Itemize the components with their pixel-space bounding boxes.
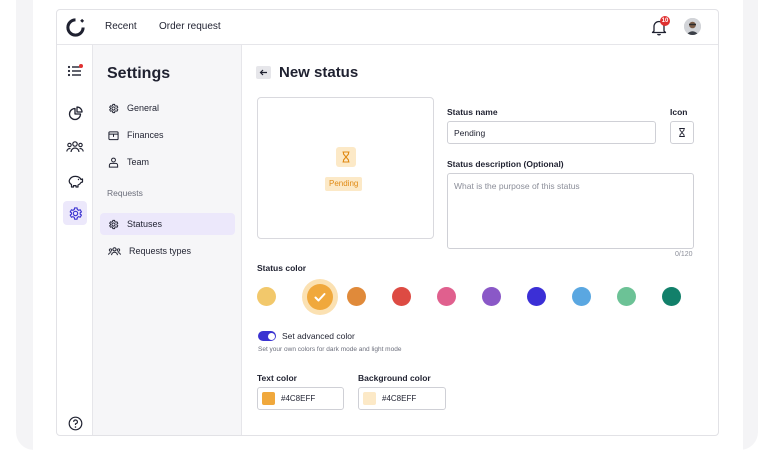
sidebar-item-label: Statuses (127, 219, 163, 229)
team-icon (108, 157, 119, 168)
gear-icon (109, 103, 119, 113)
bg-color-label: Background color (358, 373, 431, 383)
avatar[interactable] (684, 18, 701, 35)
pie-chart-icon (68, 105, 83, 120)
sidebar-item-finances[interactable]: Finances (100, 124, 235, 146)
wallet-icon (108, 130, 119, 140)
text-color-field[interactable]: #4C8EFF (257, 387, 344, 410)
advanced-color-hint: Set your own colors for dark mode and li… (258, 346, 402, 353)
icon-rail (57, 45, 93, 435)
list-icon (67, 64, 83, 77)
status-preview-card: Pending (257, 97, 434, 239)
arrow-left-icon (259, 69, 267, 76)
rail-team-button[interactable] (63, 135, 87, 159)
color-swatch[interactable] (392, 287, 411, 306)
settings-sidebar: Settings General Finances Team Requests (93, 45, 242, 435)
description-label: Status description (Optional) (447, 159, 564, 169)
page-title: New status (279, 64, 359, 81)
gear-icon (109, 219, 119, 229)
check-icon (314, 292, 325, 301)
nav-recent[interactable]: Recent (105, 21, 137, 32)
icon-picker-button[interactable] (670, 121, 694, 144)
hourglass-icon (679, 128, 685, 137)
sidebar-item-label: General (127, 103, 160, 113)
rail-savings-button[interactable] (63, 168, 87, 192)
sidebar-item-team[interactable]: Team (100, 151, 235, 173)
app-window: Recent Order request 10 Settings General… (56, 9, 719, 436)
rail-settings-button[interactable] (63, 201, 87, 225)
status-name-label: Status name (447, 107, 498, 117)
settings-title: Settings (107, 65, 171, 82)
sidebar-item-requests-types[interactable]: Requests types (100, 240, 235, 262)
sidebar-item-general[interactable]: General (100, 97, 235, 119)
notification-badge: 10 (660, 16, 670, 26)
requests-section-label: Requests (107, 188, 143, 198)
preview-status-pill: Pending (325, 177, 363, 191)
status-name-input[interactable]: Pending (447, 121, 656, 144)
rail-help-button[interactable] (63, 411, 87, 435)
color-swatch[interactable] (617, 287, 636, 306)
color-swatch[interactable] (527, 287, 546, 306)
nav-order-request[interactable]: Order request (159, 21, 221, 32)
color-swatch[interactable] (662, 287, 681, 306)
rail-reports-button[interactable] (63, 101, 87, 125)
rail-list-button[interactable] (63, 59, 87, 83)
back-button[interactable] (256, 66, 271, 79)
sidebar-item-label: Team (127, 157, 150, 167)
people-icon (66, 141, 84, 153)
bg-color-field[interactable]: #4C8EFF (358, 387, 446, 410)
sidebar-item-label: Requests types (129, 246, 192, 256)
description-textarea[interactable]: What is the purpose of this status (447, 173, 694, 249)
color-swatch[interactable] (572, 287, 591, 306)
text-color-label: Text color (257, 373, 297, 383)
text-color-value: #4C8EFF (281, 394, 316, 403)
sidebar-item-label: Finances (127, 130, 164, 140)
people-icon (108, 246, 121, 255)
char-counter: 0/120 (675, 251, 693, 258)
color-swatch[interactable] (482, 287, 501, 306)
color-swatch[interactable] (306, 283, 333, 310)
bg-color-chip (363, 392, 376, 405)
gear-icon (69, 206, 82, 220)
color-swatch[interactable] (347, 287, 366, 306)
text-color-chip (262, 392, 275, 405)
color-swatch[interactable] (257, 287, 276, 306)
bg-color-value: #4C8EFF (382, 394, 417, 403)
logo-icon[interactable] (66, 18, 85, 37)
piggy-bank-icon (68, 175, 83, 188)
preview-hourglass-icon (336, 147, 356, 167)
status-color-label: Status color (257, 263, 307, 273)
color-swatch[interactable] (437, 287, 456, 306)
main-content: New status Pending Status name Pending I… (242, 45, 718, 435)
avatar-photo (684, 18, 701, 35)
sidebar-item-statuses[interactable]: Statuses (100, 213, 235, 235)
icon-label: Icon (670, 107, 688, 117)
help-icon (68, 416, 82, 430)
top-bar: Recent Order request 10 (57, 10, 718, 45)
advanced-color-toggle[interactable] (258, 331, 276, 341)
advanced-color-label: Set advanced color (282, 331, 355, 341)
